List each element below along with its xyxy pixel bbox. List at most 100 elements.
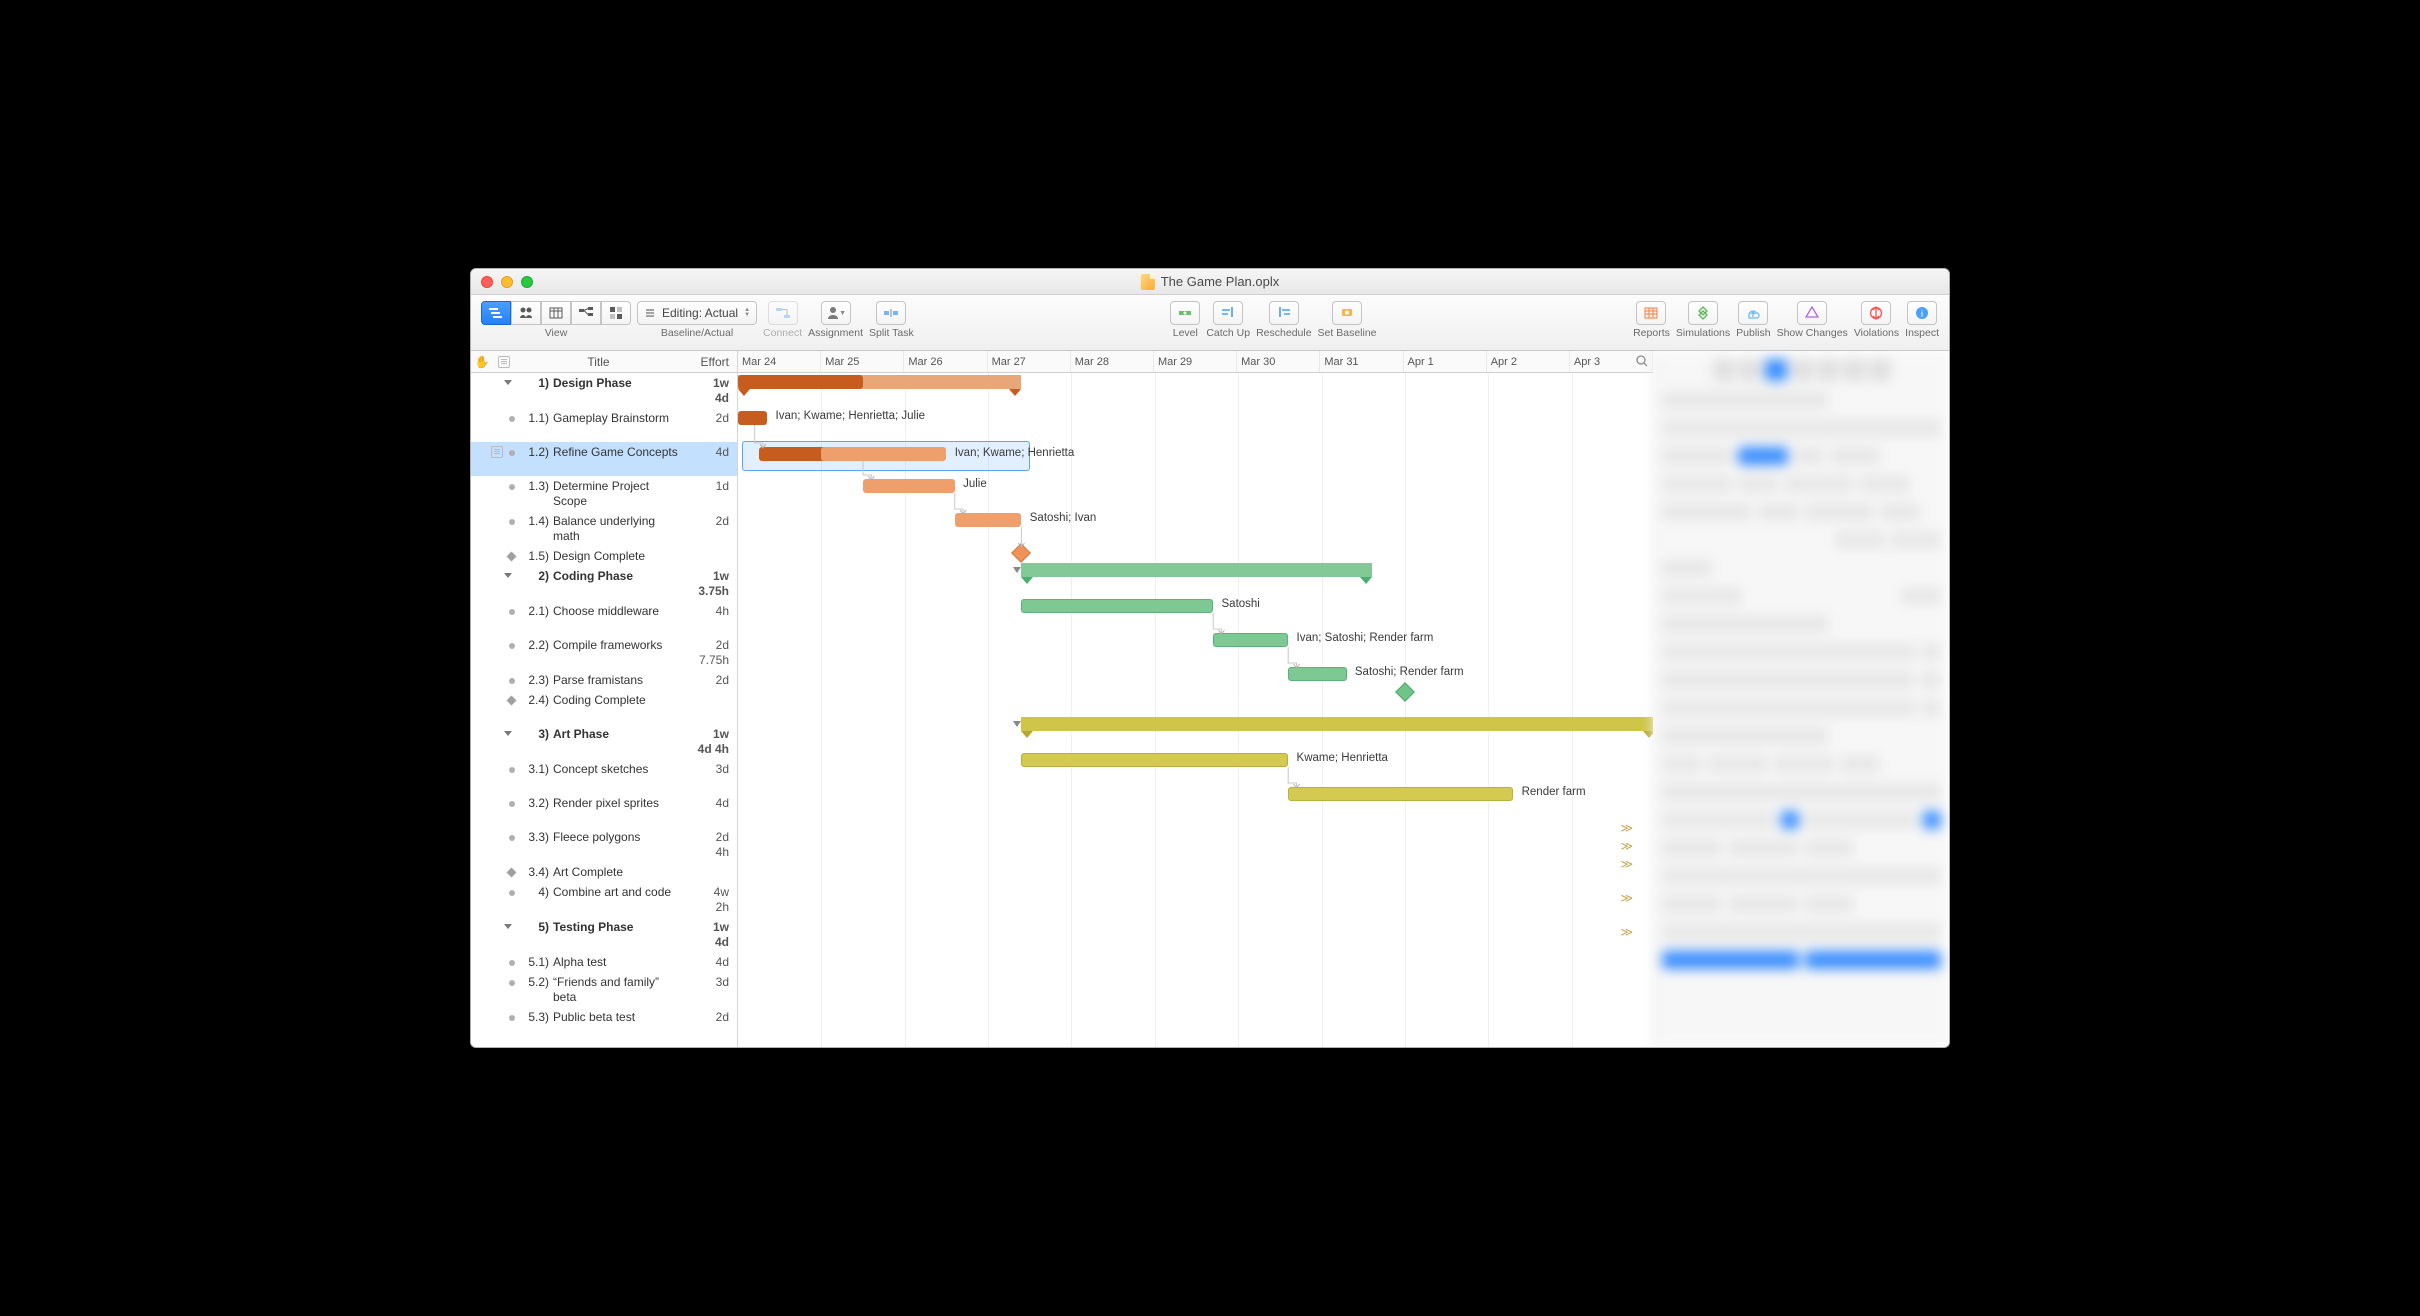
- disclosure-icon[interactable]: [471, 568, 519, 578]
- titlebar[interactable]: The Game Plan.oplx: [471, 269, 1949, 295]
- set-baseline-button[interactable]: [1332, 301, 1362, 325]
- date-header[interactable]: Apr 2: [1487, 351, 1570, 372]
- date-header[interactable]: Mar 25: [821, 351, 904, 372]
- row-title[interactable]: Fleece polygons: [553, 829, 682, 845]
- outline-row[interactable]: 3.3)Fleece polygons2d4h: [471, 827, 737, 862]
- gantt-pane[interactable]: Mar 24Mar 25Mar 26Mar 27Mar 28Mar 29Mar …: [738, 351, 1653, 1047]
- row-title[interactable]: Alpha test: [553, 954, 682, 970]
- inspect-button[interactable]: i: [1907, 301, 1937, 325]
- effort-column-header[interactable]: Effort: [682, 355, 737, 369]
- gantt-bar[interactable]: [738, 375, 863, 389]
- outline-row[interactable]: 1.2)Refine Game Concepts4d: [471, 442, 737, 476]
- view-styles-button[interactable]: [601, 301, 631, 325]
- gantt-body[interactable]: Ivan; Kwame; Henrietta; JulieIvan; Kwame…: [738, 373, 1653, 1047]
- outline-row[interactable]: 3.2)Render pixel sprites4d: [471, 793, 737, 827]
- outline-row[interactable]: 1.3)Determine Project Scope1d: [471, 476, 737, 511]
- bullet-icon[interactable]: [471, 603, 519, 615]
- row-title[interactable]: Gameplay Brainstorm: [553, 410, 682, 426]
- row-title[interactable]: Design Phase: [553, 375, 682, 391]
- milestone-icon[interactable]: [471, 692, 519, 704]
- outline-row[interactable]: 1.1)Gameplay Brainstorm2d: [471, 408, 737, 442]
- date-header[interactable]: Mar 30: [1237, 351, 1320, 372]
- date-header[interactable]: Mar 31: [1320, 351, 1403, 372]
- gantt-bar[interactable]: [1021, 753, 1288, 767]
- level-button[interactable]: [1170, 301, 1200, 325]
- violations-button[interactable]: [1861, 301, 1891, 325]
- view-resource-button[interactable]: [511, 301, 541, 325]
- view-network-button[interactable]: [571, 301, 601, 325]
- row-title[interactable]: Combine art and code: [553, 884, 682, 900]
- bullet-icon[interactable]: [471, 829, 519, 841]
- bullet-icon[interactable]: [471, 513, 519, 525]
- gantt-bar[interactable]: [738, 411, 767, 425]
- gantt-bar[interactable]: [863, 479, 955, 493]
- baseline-dropdown[interactable]: Editing: Actual ▲▼: [637, 301, 757, 325]
- title-column-header[interactable]: Title: [515, 355, 682, 369]
- bullet-icon[interactable]: [471, 884, 519, 896]
- note-column-icon[interactable]: [493, 356, 515, 368]
- bullet-icon[interactable]: [471, 444, 519, 458]
- bullet-icon[interactable]: [471, 637, 519, 649]
- assignment-button[interactable]: ▼: [821, 301, 851, 325]
- summary-bar[interactable]: [1021, 717, 1653, 731]
- hand-icon[interactable]: ✋: [471, 355, 493, 369]
- row-title[interactable]: Refine Game Concepts: [553, 444, 682, 460]
- zoom-icon[interactable]: [1635, 354, 1649, 373]
- row-title[interactable]: Art Complete: [553, 864, 682, 880]
- outline-row[interactable]: 1.4)Balance underlying math2d: [471, 511, 737, 546]
- publish-button[interactable]: [1738, 301, 1768, 325]
- bullet-icon[interactable]: [471, 954, 519, 966]
- show-changes-button[interactable]: [1797, 301, 1827, 325]
- bullet-icon[interactable]: [471, 795, 519, 807]
- catchup-button[interactable]: [1213, 301, 1243, 325]
- disclosure-icon[interactable]: [471, 375, 519, 385]
- outline-row[interactable]: 2.3)Parse framistans2d: [471, 670, 737, 690]
- row-title[interactable]: Testing Phase: [553, 919, 682, 935]
- outline-row[interactable]: 5.2)“Friends and family” beta3d: [471, 972, 737, 1007]
- row-title[interactable]: Choose middleware: [553, 603, 682, 619]
- gantt-bar[interactable]: [1021, 599, 1213, 613]
- outline-pane[interactable]: ✋ Title Effort 1)Design Phase1w4d1.1)Gam…: [471, 351, 738, 1047]
- outline-row[interactable]: 5)Testing Phase1w4d: [471, 917, 737, 952]
- row-title[interactable]: Design Complete: [553, 548, 682, 564]
- row-title[interactable]: Coding Complete: [553, 692, 682, 708]
- outline-row[interactable]: 5.1)Alpha test4d: [471, 952, 737, 972]
- connect-button[interactable]: [768, 301, 798, 325]
- bullet-icon[interactable]: [471, 1009, 519, 1021]
- row-title[interactable]: Parse framistans: [553, 672, 682, 688]
- view-calendar-button[interactable]: [541, 301, 571, 325]
- outline-row[interactable]: 2)Coding Phase1w3.75h: [471, 566, 737, 601]
- disclosure-icon[interactable]: [471, 726, 519, 736]
- outline-row[interactable]: 2.4)Coding Complete: [471, 690, 737, 724]
- row-title[interactable]: Render pixel sprites: [553, 795, 682, 811]
- close-button[interactable]: [481, 276, 493, 288]
- outline-row[interactable]: 2.1)Choose middleware4h: [471, 601, 737, 635]
- outline-row[interactable]: 5.3)Public beta test2d: [471, 1007, 737, 1027]
- row-title[interactable]: Concept sketches: [553, 761, 682, 777]
- summary-bar[interactable]: [1021, 563, 1371, 577]
- milestone-icon[interactable]: [471, 548, 519, 560]
- milestone-marker[interactable]: [1395, 682, 1415, 702]
- milestone-marker[interactable]: [1012, 543, 1032, 563]
- date-header[interactable]: Mar 24: [738, 351, 821, 372]
- zoom-button[interactable]: [521, 276, 533, 288]
- outline-row[interactable]: 3)Art Phase1w4d 4h: [471, 724, 737, 759]
- bullet-icon[interactable]: [471, 974, 519, 986]
- row-title[interactable]: Determine Project Scope: [553, 478, 682, 509]
- outline-body[interactable]: 1)Design Phase1w4d1.1)Gameplay Brainstor…: [471, 373, 737, 1047]
- reschedule-button[interactable]: [1269, 301, 1299, 325]
- outline-row[interactable]: 2.2)Compile frameworks2d7.75h: [471, 635, 737, 670]
- milestone-icon[interactable]: [471, 864, 519, 876]
- outline-row[interactable]: 1.5)Design Complete: [471, 546, 737, 566]
- inspector-pane[interactable]: [1653, 351, 1949, 1047]
- disclosure-icon[interactable]: [471, 919, 519, 929]
- gantt-bar[interactable]: [1213, 633, 1288, 647]
- date-header[interactable]: Mar 29: [1154, 351, 1237, 372]
- date-header[interactable]: Mar 28: [1071, 351, 1154, 372]
- row-title[interactable]: “Friends and family” beta: [553, 974, 682, 1005]
- outline-row[interactable]: 1)Design Phase1w4d: [471, 373, 737, 408]
- gantt-bar[interactable]: [955, 513, 1022, 527]
- split-task-button[interactable]: [876, 301, 906, 325]
- gantt-bar[interactable]: [821, 447, 946, 461]
- gantt-bar[interactable]: [1288, 787, 1513, 801]
